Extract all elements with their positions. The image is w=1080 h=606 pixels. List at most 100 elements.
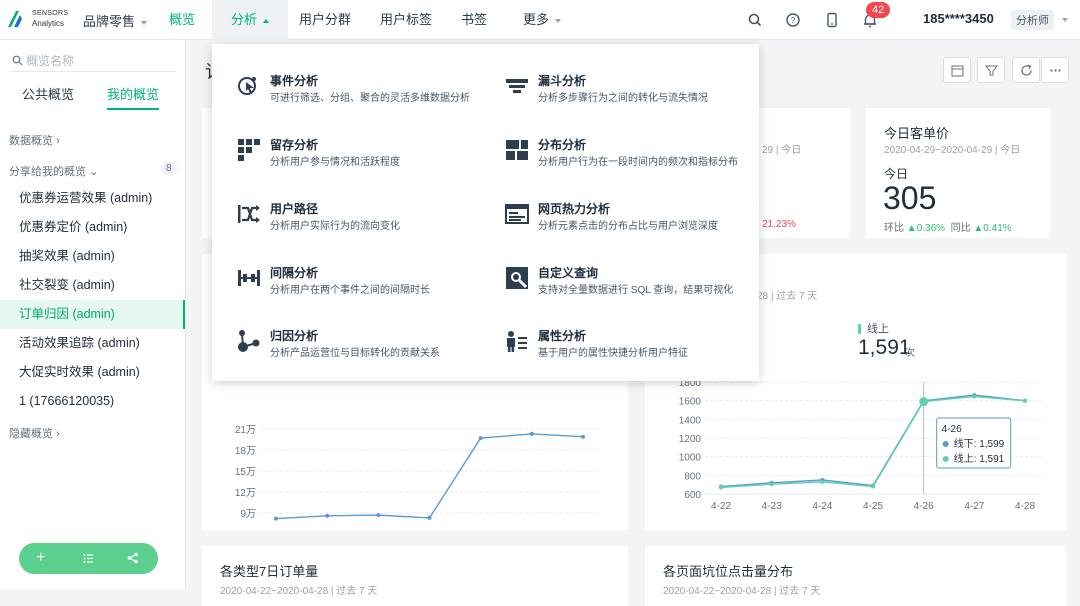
share-icon[interactable]	[127, 552, 139, 564]
action-bar: +	[19, 543, 158, 574]
series-color-icon	[858, 324, 861, 335]
project-name: 品牌零售	[83, 14, 136, 29]
menu-item-desc: 基于用户的属性快捷分析用户特征	[538, 348, 688, 359]
brand-line2: Analytics	[32, 19, 65, 28]
calendar-button[interactable]	[943, 57, 971, 83]
menu-item-title: 事件分析	[270, 74, 319, 88]
nav-bookmarks[interactable]: 书签	[454, 0, 494, 40]
filter-button[interactable]	[977, 57, 1005, 83]
tab-public-overview[interactable]: 公共概览	[22, 84, 74, 110]
chevron-right-icon: ›	[56, 428, 60, 440]
menu-item-retention[interactable]: 留存分析 分析用户参与情况和活跃程度	[237, 136, 497, 176]
chevron-down-icon: ⌄	[89, 166, 99, 178]
interval-icon	[238, 270, 260, 286]
data-point	[972, 394, 977, 399]
menu-item-title: 网页热力分析	[538, 202, 611, 216]
menu-item-desc: 分析用户在两个事件之间的间隔时长	[270, 285, 430, 296]
search-input[interactable]: 概览名称	[10, 50, 176, 72]
data-point	[1023, 398, 1027, 403]
nav-overview[interactable]: 概览	[161, 0, 203, 40]
sidebar-item-order-attribution[interactable]: 订单归因 (admin)	[0, 300, 185, 329]
menu-item-funnel[interactable]: 漏斗分析 分析多步骤行为之间的转化与流失情况	[505, 72, 765, 112]
kpi-compare: 环比 ▲0.36% 同比 ▲0.41%	[884, 219, 1012, 234]
series-line	[275, 433, 584, 520]
logo[interactable]: SENSORS Analytics	[8, 9, 70, 31]
section-shared-overview[interactable]: 分享给我的概览 ⌄	[9, 163, 98, 179]
wow-value: ▲0.36%	[906, 223, 946, 234]
search-icon	[12, 55, 23, 66]
data-point	[769, 482, 774, 487]
y-tick-label: 800	[684, 471, 701, 482]
data-point	[274, 516, 278, 521]
sidebar-item-social-fission[interactable]: 社交裂变 (admin)	[0, 271, 185, 300]
svg-text:?: ?	[791, 16, 796, 25]
menu-item-attribution[interactable]: 归因分析 分析产品运营位与目标转化的贡献关系	[237, 327, 497, 367]
sidebar-item-campaign-tracking[interactable]: 活动效果追踪 (admin)	[0, 329, 185, 358]
x-tick-label: 4-24	[812, 501, 832, 512]
sidebar-item-promo-realtime[interactable]: 大促实时效果 (admin)	[0, 358, 185, 387]
nav-analysis[interactable]: 分析	[212, 0, 288, 40]
menu-item-desc: 分析元素点击的分布占比与用户浏览深度	[538, 221, 718, 232]
nav-analysis-label: 分析	[230, 12, 257, 27]
data-point	[581, 434, 585, 439]
sidebar-item-lottery[interactable]: 抽奖效果 (admin)	[0, 242, 185, 271]
menu-item-distribution[interactable]: 分布分析 分析用户行为在一段时间内的频次和指标分布	[505, 136, 765, 176]
add-button[interactable]: +	[36, 549, 45, 567]
sidebar-item-user-overview[interactable]: 1 (17666120035)	[0, 387, 185, 416]
menu-item-title: 归因分析	[270, 329, 319, 343]
sql-query-icon	[506, 267, 528, 289]
project-selector[interactable]: 品牌零售	[83, 11, 148, 30]
tooltip-swatch	[942, 441, 949, 447]
menu-item-desc: 分析产品运营位与目标转化的贡献关系	[270, 348, 440, 359]
search-icon[interactable]	[746, 11, 764, 29]
menu-item-sql-query[interactable]: 自定义查询 支持对全量数据进行 SQL 查询，结果可视化	[505, 264, 765, 304]
x-tick-label: 4-28	[1015, 501, 1035, 512]
menu-item-interval[interactable]: 间隔分析 分析用户在两个事件之间的间隔时长	[237, 264, 497, 304]
nav-user-segments[interactable]: 用户分群	[293, 0, 357, 40]
card-click-distribution: 各页面坑位点击量分布 2020-04-22~2020-04-28 | 过去 7 …	[645, 546, 1066, 606]
chevron-up-icon	[263, 18, 269, 23]
property-analysis-icon	[507, 331, 527, 352]
chevron-right-icon: ›	[56, 135, 60, 147]
y-tick-label: 12万	[235, 488, 256, 499]
menu-item-desc: 分析用户实际行为的流向变化	[270, 221, 400, 232]
card-date: 2020-04-29~2020-04-29 | 今日	[884, 145, 1021, 156]
menu-item-event-analysis[interactable]: 事件分析 可进行筛选、分组、聚合的灵活多维数据分析	[237, 72, 497, 112]
user-role-badge: 分析师	[1011, 10, 1054, 30]
more-icon	[1050, 69, 1061, 72]
menu-item-property-analysis[interactable]: 属性分析 基于用户的属性快捷分析用户特征	[505, 327, 765, 367]
kpi-unit: 次	[905, 348, 915, 359]
section-data-overview[interactable]: 数据概览 ›	[9, 132, 60, 148]
user-phone[interactable]: 185****3450	[923, 11, 994, 26]
chevron-down-icon[interactable]	[1062, 18, 1068, 22]
card-order-volume: 各类型7日订单量 2020-04-22~2020-04-28 | 过去 7 天	[202, 546, 628, 606]
more-button[interactable]	[1041, 57, 1069, 83]
x-tick-label: 4-26	[914, 501, 934, 512]
filter-icon	[985, 65, 998, 76]
yoy-value: ▲0.41%	[973, 223, 1012, 234]
help-icon[interactable]: ?	[784, 11, 802, 29]
kpi-card-aov: 今日客单价 2020-04-29~2020-04-29 | 今日 今日 305 …	[866, 108, 1050, 238]
data-point	[427, 515, 432, 520]
sidebar-item-coupon-operation[interactable]: 优惠券运营效果 (admin)	[0, 184, 185, 213]
card-date: 2020-04-22~2020-04-28 | 过去 7 天	[663, 586, 821, 597]
tooltip-title: 4-26	[942, 424, 962, 435]
mobile-icon[interactable]	[823, 11, 841, 29]
section-hidden-overview[interactable]: 隐藏概览 ›	[9, 425, 60, 441]
y-tick-label: 21万	[235, 425, 256, 436]
menu-item-user-path[interactable]: 用户路径 分析用户实际行为的流向变化	[237, 200, 497, 240]
tab-my-overview[interactable]: 我的概览	[107, 84, 160, 110]
refresh-button[interactable]	[1012, 57, 1040, 83]
card-title: 今日客单价	[884, 126, 950, 141]
y-tick-label: 1400	[679, 415, 702, 426]
search-placeholder: 概览名称	[26, 54, 75, 68]
sidebar-item-coupon-pricing[interactable]: 优惠券定价 (admin)	[0, 213, 185, 242]
data-point	[719, 485, 723, 490]
menu-item-title: 间隔分析	[270, 266, 319, 280]
nav-user-tags[interactable]: 用户标签	[374, 0, 438, 40]
menu-item-heatmap[interactable]: 网页热力分析 分析元素点击的分布占比与用户浏览深度	[505, 200, 765, 240]
nav-more[interactable]: 更多	[517, 0, 567, 40]
chevron-down-icon	[555, 18, 561, 23]
list-icon[interactable]	[83, 553, 94, 564]
menu-item-title: 漏斗分析	[538, 74, 587, 88]
